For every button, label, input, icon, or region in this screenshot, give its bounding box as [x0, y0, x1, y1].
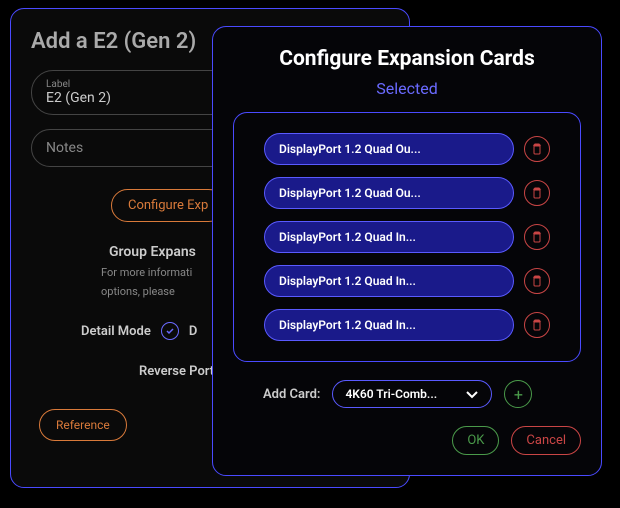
- delete-card-button[interactable]: [524, 136, 550, 162]
- detail-mode-checkbox[interactable]: [161, 322, 179, 340]
- delete-card-button[interactable]: [524, 224, 550, 250]
- detail-d: D: [189, 324, 197, 339]
- card-row: DisplayPort 1.2 Quad Ou...: [264, 133, 550, 165]
- chevron-down-icon: [465, 389, 479, 399]
- card-item[interactable]: DisplayPort 1.2 Quad In...: [264, 221, 514, 253]
- ok-button[interactable]: OK: [452, 426, 499, 455]
- modal-title: Configure Expansion Cards: [233, 47, 581, 71]
- trash-icon: [531, 319, 543, 331]
- trash-icon: [531, 143, 543, 155]
- trash-icon: [531, 231, 543, 243]
- card-row: DisplayPort 1.2 Quad Ou...: [264, 177, 550, 209]
- cancel-button[interactable]: Cancel: [511, 426, 581, 455]
- detail-mode-label: Detail Mode: [81, 324, 151, 339]
- card-row: DisplayPort 1.2 Quad In...: [264, 265, 550, 297]
- delete-card-button[interactable]: [524, 180, 550, 206]
- configure-expansion-panel: Configure Expansion Cards Selected Displ…: [212, 26, 602, 476]
- delete-card-button[interactable]: [524, 312, 550, 338]
- card-item[interactable]: DisplayPort 1.2 Quad Ou...: [264, 177, 514, 209]
- trash-icon: [531, 187, 543, 199]
- add-card-button[interactable]: +: [504, 380, 532, 408]
- plus-icon: +: [514, 385, 523, 404]
- add-card-dropdown[interactable]: 4K60 Tri-Comb...: [332, 380, 492, 408]
- dropdown-value: 4K60 Tri-Comb...: [345, 387, 455, 401]
- card-item[interactable]: DisplayPort 1.2 Quad In...: [264, 309, 514, 341]
- configure-expansion-button[interactable]: Configure Exp: [111, 189, 225, 222]
- check-icon: [165, 326, 175, 336]
- delete-card-button[interactable]: [524, 268, 550, 294]
- add-card-label: Add Card:: [263, 387, 320, 402]
- selected-cards-box: DisplayPort 1.2 Quad Ou... DisplayPort 1…: [233, 112, 581, 362]
- card-item[interactable]: DisplayPort 1.2 Quad In...: [264, 265, 514, 297]
- selected-label: Selected: [233, 79, 581, 98]
- card-row: DisplayPort 1.2 Quad In...: [264, 309, 550, 341]
- add-card-row: Add Card: 4K60 Tri-Comb... +: [263, 380, 581, 408]
- trash-icon: [531, 275, 543, 287]
- reference-button[interactable]: Reference: [39, 409, 127, 441]
- card-item[interactable]: DisplayPort 1.2 Quad Ou...: [264, 133, 514, 165]
- card-row: DisplayPort 1.2 Quad In...: [264, 221, 550, 253]
- modal-buttons: OK Cancel: [233, 426, 581, 455]
